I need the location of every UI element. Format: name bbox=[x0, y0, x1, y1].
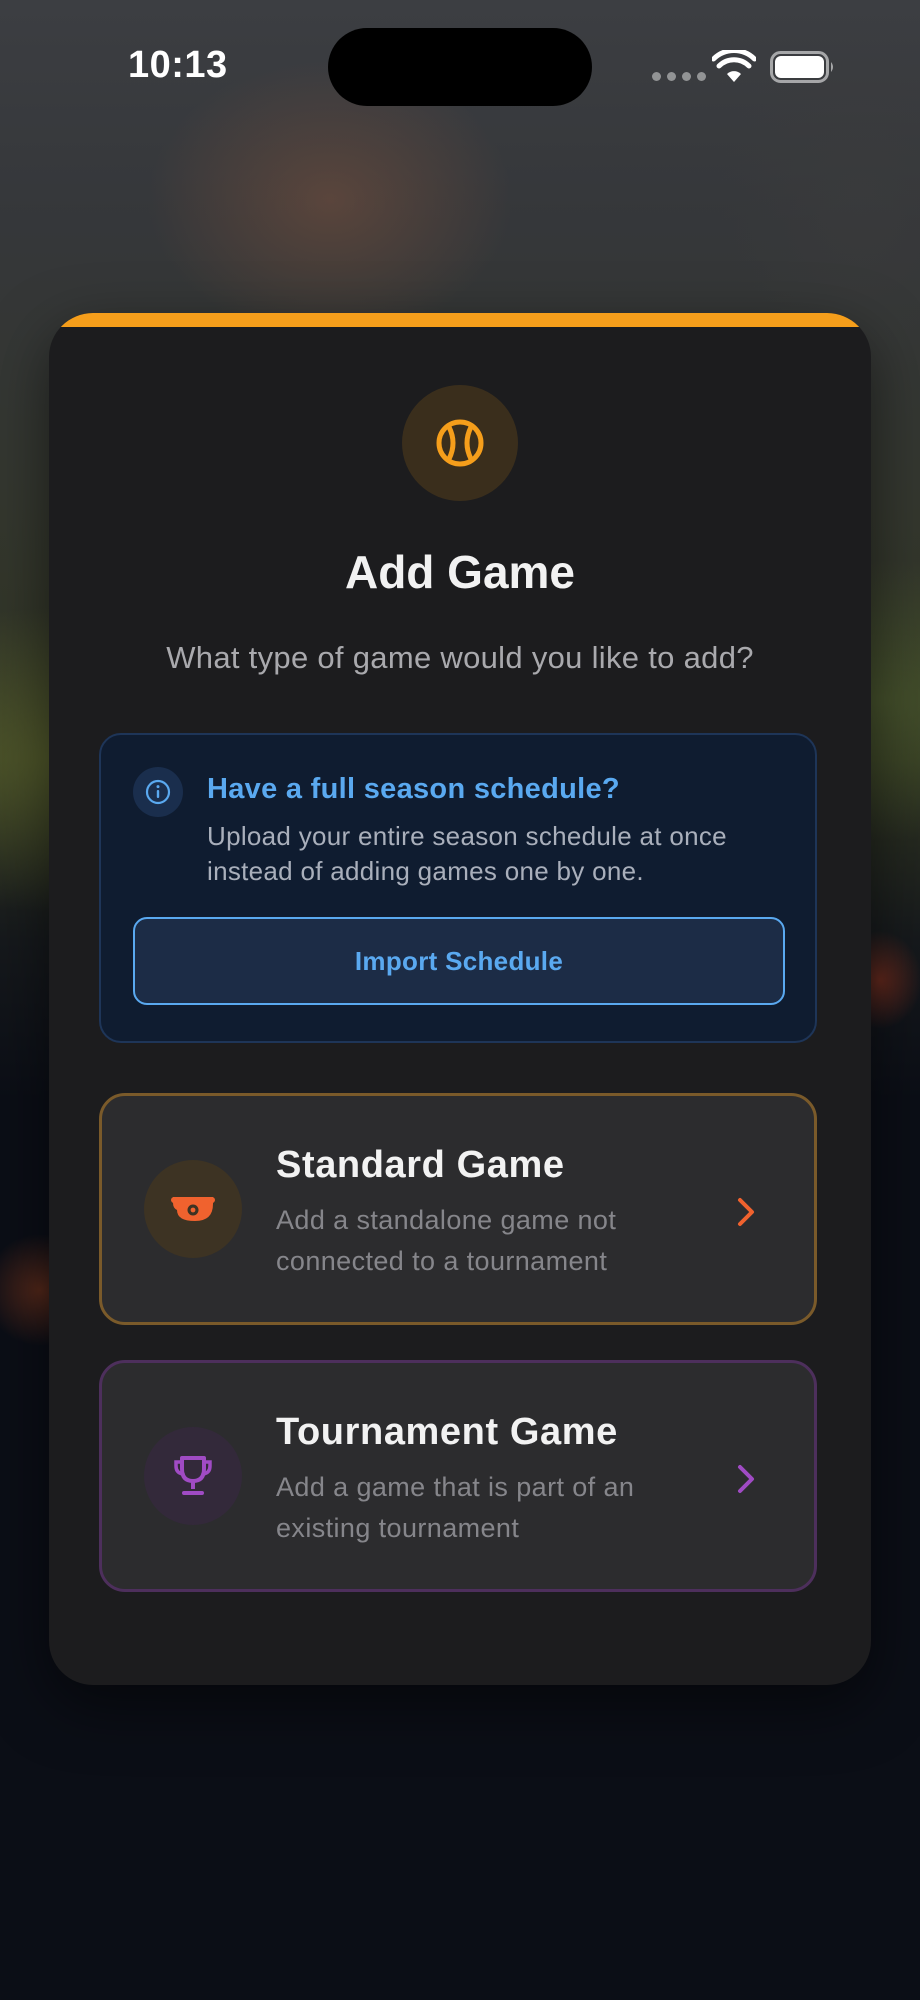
info-box-text: Upload your entire season schedule at on… bbox=[207, 821, 727, 886]
standard-game-title: Standard Game bbox=[276, 1144, 565, 1186]
dynamic-island bbox=[328, 28, 592, 106]
standard-game-option[interactable]: Standard Game Add a standalone game not … bbox=[99, 1093, 817, 1325]
whistle-icon bbox=[144, 1160, 242, 1258]
modal-subtitle: What type of game would you like to add? bbox=[166, 640, 754, 675]
import-schedule-button[interactable]: Import Schedule bbox=[133, 917, 785, 1005]
cellular-signal-icon bbox=[652, 72, 706, 81]
season-schedule-info-box: Have a full season schedule? Upload your… bbox=[99, 733, 817, 1043]
baseball-icon bbox=[402, 385, 518, 501]
wifi-icon bbox=[712, 50, 756, 82]
status-time: 10:13 bbox=[128, 44, 228, 86]
chevron-right-icon bbox=[738, 1198, 754, 1226]
trophy-icon bbox=[144, 1427, 242, 1525]
modal-title: Add Game bbox=[344, 546, 576, 598]
modal-accent-bar bbox=[49, 313, 871, 327]
tournament-game-description: Add a game that is part of an existing t… bbox=[276, 1472, 635, 1543]
info-icon bbox=[133, 767, 183, 817]
status-bar: 10:13 bbox=[0, 0, 920, 130]
tournament-game-title: Tournament Game bbox=[276, 1411, 618, 1453]
tournament-game-option[interactable]: Tournament Game Add a game that is part … bbox=[99, 1360, 817, 1592]
chevron-right-icon bbox=[738, 1465, 754, 1493]
standard-game-description: Add a standalone game not connected to a… bbox=[276, 1205, 617, 1276]
battery-icon bbox=[770, 51, 833, 83]
info-box-title: Have a full season schedule? bbox=[207, 773, 620, 805]
add-game-modal: Add Game What type of game would you lik… bbox=[49, 313, 871, 1685]
